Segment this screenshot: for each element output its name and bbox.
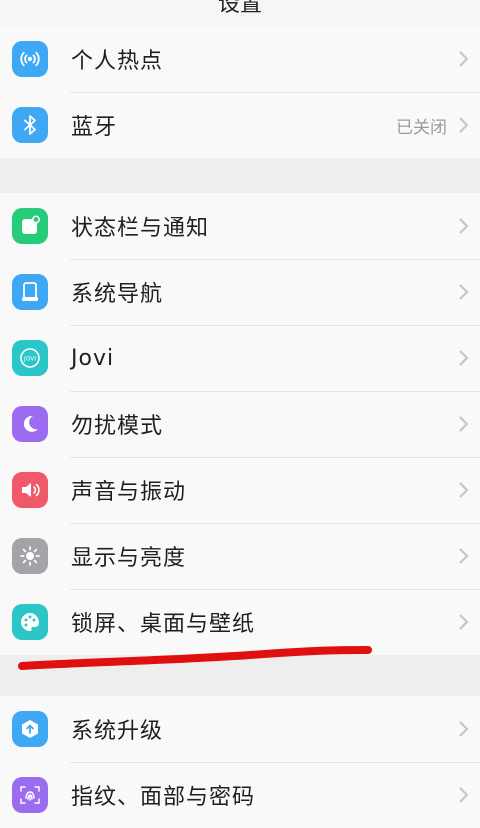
settings-item-lockscreen-desktop-wallpaper[interactable]: 锁屏、桌面与壁纸 (0, 589, 480, 655)
settings-item-label: 显示与亮度 (71, 546, 187, 571)
chevron-right-icon (459, 416, 469, 432)
notification-icon (12, 208, 48, 244)
settings-item-status-bar-notification[interactable]: 状态栏与通知 (0, 193, 480, 259)
settings-item-label: 个人热点 (71, 49, 164, 74)
fingerprint-icon (12, 777, 48, 813)
bluetooth-status: 已关闭 (396, 117, 447, 138)
settings-item-bluetooth[interactable]: 蓝牙 已关闭 (0, 92, 480, 158)
chevron-right-icon (459, 350, 469, 366)
settings-item-label: 系统升级 (71, 719, 164, 744)
settings-item-label: Jovi (71, 345, 115, 371)
brightness-icon (12, 538, 48, 574)
speaker-icon (12, 472, 48, 508)
settings-item-label: 锁屏、桌面与壁纸 (71, 612, 256, 637)
svg-text:JOVI: JOVI (23, 356, 36, 363)
hotspot-icon (12, 41, 48, 77)
navigation-icon (12, 274, 48, 310)
chevron-right-icon (459, 51, 469, 67)
system-security-group: 系统升级 指纹、面部与密码 (0, 696, 480, 828)
settings-item-jovi[interactable]: JOVI Jovi (0, 325, 480, 391)
settings-item-display-brightness[interactable]: 显示与亮度 (0, 523, 480, 589)
moon-icon (12, 406, 48, 442)
settings-item-system-update[interactable]: 系统升级 (0, 696, 480, 762)
chevron-right-icon (459, 482, 469, 498)
system-update-icon (12, 711, 48, 747)
settings-item-system-navigation[interactable]: 系统导航 (0, 259, 480, 325)
page-title: 设置 (217, 0, 262, 17)
settings-item-do-not-disturb[interactable]: 勿扰模式 (0, 391, 480, 457)
chevron-right-icon (459, 284, 469, 300)
settings-item-label: 勿扰模式 (71, 414, 164, 439)
connectivity-group: 个人热点 蓝牙 已关闭 (0, 26, 480, 158)
palette-icon (12, 604, 48, 640)
chevron-right-icon (459, 721, 469, 737)
settings-item-label: 蓝牙 (71, 115, 118, 140)
settings-item-label: 指纹、面部与密码 (71, 785, 256, 810)
chevron-right-icon (459, 787, 469, 803)
settings-header: 设置 (0, 0, 480, 27)
settings-item-label: 系统导航 (71, 282, 164, 307)
settings-item-label: 状态栏与通知 (71, 216, 210, 241)
chevron-right-icon (459, 614, 469, 630)
chevron-right-icon (459, 218, 469, 234)
chevron-right-icon (459, 117, 469, 133)
personalization-group: 状态栏与通知 系统导航 JOVI Jovi 勿扰模式 声音与振动 显示与亮度 锁… (0, 193, 480, 655)
settings-item-sound-vibration[interactable]: 声音与振动 (0, 457, 480, 523)
settings-item-label: 声音与振动 (71, 480, 187, 505)
bluetooth-icon (12, 107, 48, 143)
settings-item-hotspot[interactable]: 个人热点 (0, 26, 480, 92)
jovi-icon: JOVI (12, 340, 48, 376)
settings-item-fingerprint-face-password[interactable]: 指纹、面部与密码 (0, 762, 480, 828)
chevron-right-icon (459, 548, 469, 564)
